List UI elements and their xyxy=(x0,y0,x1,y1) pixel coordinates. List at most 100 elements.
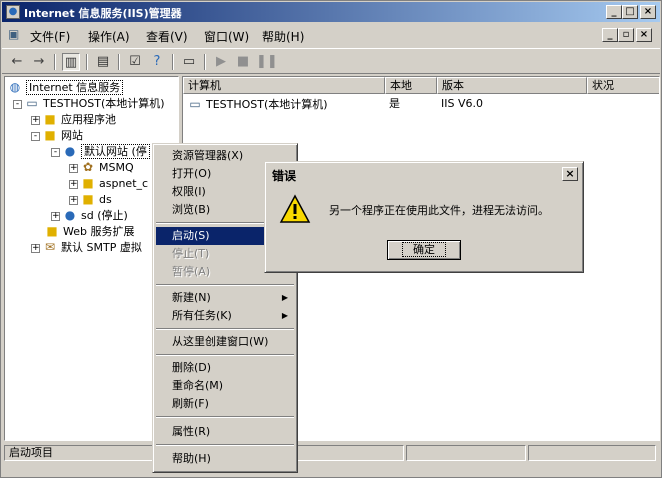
computer-icon[interactable]: ▭ xyxy=(180,53,198,71)
toolbar: ← → ▥ ▤ ☑ ? ▭ ▶ ■ ❚❚ xyxy=(2,48,660,74)
menu-item-label: 新建(N) xyxy=(172,291,211,304)
title-bar[interactable]: ● Internet 信息服务(IIS)管理器 _ □ × xyxy=(2,2,660,22)
toolbar-separator xyxy=(54,54,56,70)
error-dialog: 错误 × 另一个程序正在使用此文件，进程无法访问。 确定 xyxy=(264,161,584,273)
submenu-arrow-icon: ▶ xyxy=(281,311,288,320)
column-header-local[interactable]: 本地 xyxy=(385,77,437,94)
tree-item-label: sd (停止) xyxy=(81,209,128,222)
folder-icon: ■ xyxy=(44,112,56,126)
globe-icon: ● xyxy=(64,144,76,158)
expand-icon[interactable]: + xyxy=(51,211,60,221)
menu-item-label: 所有任务(K) xyxy=(172,309,232,322)
tree-item[interactable]: ■ Web 服务扩展 xyxy=(44,223,134,239)
tree-item[interactable]: - ■ 网站 xyxy=(31,127,83,143)
ok-button[interactable]: 确定 xyxy=(387,240,461,260)
tree-item-label: TESTHOST(本地计算机) xyxy=(43,97,165,110)
menu-separator xyxy=(156,444,294,446)
show-tree-icon[interactable]: ▥ xyxy=(62,53,80,71)
mdi-restore-button[interactable]: ▫ xyxy=(618,28,634,42)
dialog-title-bar[interactable]: 错误 × xyxy=(268,165,580,183)
tree-item-label: 应用程序池 xyxy=(61,113,116,126)
menu-action[interactable]: 操作(A) xyxy=(88,28,130,45)
properties-icon[interactable]: ☑ xyxy=(126,53,144,71)
tree-item[interactable]: + ■ ds xyxy=(69,191,112,207)
pause-icon[interactable]: ❚❚ xyxy=(256,53,278,71)
menu-bar: ▣ 文件(F) 操作(A) 查看(V) 窗口(W) 帮助(H) _ ▫ × xyxy=(2,24,660,46)
status-panel xyxy=(528,445,656,461)
dialog-title: 错误 xyxy=(272,169,297,183)
cell-local: 是 xyxy=(389,97,400,110)
tree-item-label: aspnet_c xyxy=(99,177,149,190)
column-header-version[interactable]: 版本 xyxy=(437,77,587,94)
menu-separator xyxy=(156,328,294,330)
menu-window[interactable]: 窗口(W) xyxy=(204,28,249,45)
toolbar-separator xyxy=(204,54,206,70)
folder-icon: ■ xyxy=(46,224,58,238)
tree-item-label: Web 服务扩展 xyxy=(63,225,135,238)
tree-item[interactable]: + ✿ MSMQ xyxy=(69,159,134,175)
mmc-icon: ▣ xyxy=(8,27,20,41)
expand-icon[interactable]: + xyxy=(31,243,40,253)
expand-icon[interactable]: + xyxy=(69,195,78,205)
tree-item-label: 网站 xyxy=(61,129,83,142)
collapse-icon[interactable]: - xyxy=(13,99,22,109)
menu-item-new-window[interactable]: 从这里创建窗口(W) xyxy=(156,333,294,351)
tree-item-label: 默认 SMTP 虚拟 xyxy=(61,241,142,254)
tree-item[interactable]: + ● sd (停止) xyxy=(51,207,128,223)
tree-item[interactable]: + ■ aspnet_c xyxy=(69,175,148,191)
tree-item-selected[interactable]: - ● 默认网站 (停 xyxy=(51,143,150,159)
smtp-icon: ✉ xyxy=(44,240,56,254)
collapse-icon[interactable]: - xyxy=(51,147,60,157)
folder-icon: ■ xyxy=(82,192,94,206)
minimize-button[interactable]: _ xyxy=(606,5,622,19)
tree-item[interactable]: ◍ Internet 信息服务 xyxy=(7,79,124,95)
column-header-computer[interactable]: 计算机 xyxy=(183,77,385,94)
forward-icon[interactable]: → xyxy=(30,53,48,71)
menu-help[interactable]: 帮助(H) xyxy=(262,28,304,45)
column-header-status[interactable]: 状况 xyxy=(587,77,659,94)
toolbar-separator xyxy=(172,54,174,70)
menu-item-rename[interactable]: 重命名(M) xyxy=(156,377,294,395)
expand-icon[interactable]: + xyxy=(69,163,78,173)
menu-separator xyxy=(156,354,294,356)
mdi-close-button[interactable]: × xyxy=(636,28,652,42)
tree-item[interactable]: + ✉ 默认 SMTP 虚拟 xyxy=(31,239,142,255)
menu-item-delete[interactable]: 删除(D) xyxy=(156,359,294,377)
play-icon[interactable]: ▶ xyxy=(212,53,230,71)
cell-version: IIS V6.0 xyxy=(441,97,483,110)
iis-app-icon: ● xyxy=(6,5,20,19)
expand-icon[interactable]: + xyxy=(69,179,78,189)
dialog-message: 另一个程序正在使用此文件，进程无法访问。 xyxy=(329,204,549,217)
iis-icon: ◍ xyxy=(9,80,21,94)
tree-item-label: Internet 信息服务 xyxy=(26,80,124,95)
menu-item-new[interactable]: 新建(N) ▶ xyxy=(156,289,294,307)
dialog-close-button[interactable]: × xyxy=(562,167,578,181)
mdi-minimize-button[interactable]: _ xyxy=(602,28,618,42)
help-icon[interactable]: ? xyxy=(148,53,166,71)
maximize-button[interactable]: □ xyxy=(622,5,638,19)
menu-view[interactable]: 查看(V) xyxy=(146,28,188,45)
status-bar: 启动项目 xyxy=(2,443,660,463)
menu-file[interactable]: 文件(F) xyxy=(30,28,70,45)
menu-item-help[interactable]: 帮助(H) xyxy=(156,450,294,468)
cell-computer: TESTHOST(本地计算机) xyxy=(206,98,328,111)
export-icon[interactable]: ▤ xyxy=(94,53,112,71)
close-button[interactable]: × xyxy=(640,5,656,19)
expand-icon[interactable]: + xyxy=(31,115,40,125)
tree-item[interactable]: + ■ 应用程序池 xyxy=(31,111,116,127)
computer-icon: ▭ xyxy=(26,96,38,110)
back-icon[interactable]: ← xyxy=(8,53,26,71)
ok-button-label: 确定 xyxy=(402,242,446,257)
table-row[interactable]: ▭ TESTHOST(本地计算机) xyxy=(187,96,328,112)
status-panel xyxy=(406,445,526,461)
globe-stopped-icon: ● xyxy=(64,208,76,222)
menu-item-all-tasks[interactable]: 所有任务(K) ▶ xyxy=(156,307,294,325)
toolbar-separator xyxy=(118,54,120,70)
menu-item-properties[interactable]: 属性(R) xyxy=(156,423,294,441)
tree-item[interactable]: - ▭ TESTHOST(本地计算机) xyxy=(13,95,165,111)
stop-icon[interactable]: ■ xyxy=(234,53,252,71)
submenu-arrow-icon: ▶ xyxy=(281,293,288,302)
collapse-icon[interactable]: - xyxy=(31,131,40,141)
menu-item-refresh[interactable]: 刷新(F) xyxy=(156,395,294,413)
folder-icon: ■ xyxy=(44,128,56,142)
